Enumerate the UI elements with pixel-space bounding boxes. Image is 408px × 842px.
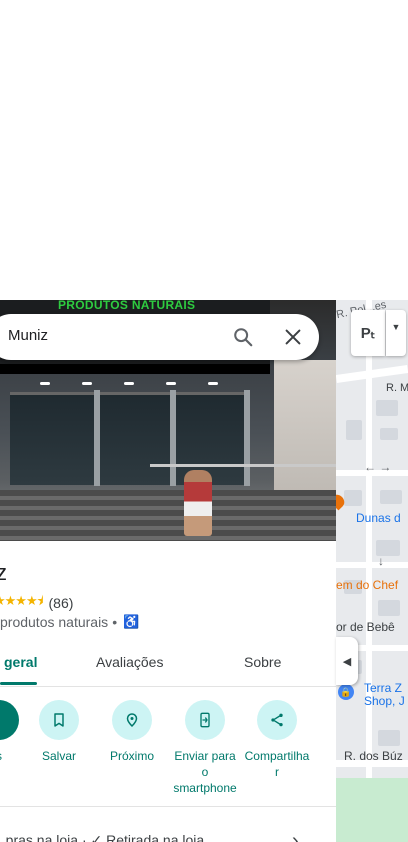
pillar (170, 390, 176, 486)
send-to-phone-icon (185, 700, 225, 740)
collapse-panel-button[interactable]: ◀ (336, 637, 358, 685)
map-label-r-m: R. M (386, 382, 408, 394)
layers-dropdown-button[interactable]: ▼ (386, 310, 406, 356)
services-row[interactable]: ...pras na loja · ✓ Retirada na loja (0, 832, 204, 842)
map-label-terra-1[interactable]: Terra Z (364, 681, 402, 695)
awning (0, 364, 270, 374)
map[interactable]: R. Pol...es R. M ← → Dunas d ↓ em do Che… (336, 300, 408, 842)
share-label: Compartilha r (242, 748, 312, 780)
send-label-line2: o (201, 765, 209, 779)
arrow-down-label: ↓ (378, 554, 384, 568)
nearby-icon (112, 700, 152, 740)
nearby-label: Próximo (109, 749, 154, 763)
active-tab-indicator (0, 682, 37, 685)
blank-header-area (0, 0, 408, 300)
send-to-phone-label: Enviar para o smartphone (170, 748, 240, 796)
place-title: z (0, 560, 7, 585)
tab-overview[interactable]: geral (4, 654, 37, 670)
place-panel: PRODUTOS NATURAIS Muniz z ★★★★⯨ (86) pro… (0, 300, 336, 842)
tab-reviews[interactable]: Avaliações (96, 654, 163, 670)
ceiling-light (166, 382, 176, 385)
search-input[interactable]: Muniz (8, 327, 48, 344)
search-bar[interactable]: Muniz (0, 314, 319, 360)
place-category[interactable]: produtos naturais (0, 614, 108, 630)
wheelchair-icon: ♿ (123, 614, 140, 629)
shopping-pin-icon[interactable]: 🔒 (338, 684, 354, 700)
pillar (244, 390, 250, 486)
store-sign-text: PRODUTOS NATURAIS (58, 300, 196, 312)
pillar (94, 390, 100, 486)
handrail (150, 464, 336, 467)
stairs (0, 490, 336, 541)
send-label-line3: smartphone (173, 781, 237, 795)
review-count: (86) (48, 595, 74, 611)
action-bar: s Salvar Próximo Enviar para o smartphon… (0, 700, 336, 810)
chevron-down-icon: ▼ (391, 322, 401, 332)
tab-about[interactable]: Sobre (244, 654, 281, 670)
ceiling-light (124, 382, 134, 385)
park-area (336, 778, 408, 842)
divider (0, 806, 336, 807)
tab-bar: geral Avaliações Sobre (0, 640, 336, 687)
map-label-bebe[interactable]: or de Bebê (336, 620, 395, 634)
map-label-chef[interactable]: em do Chef (336, 578, 398, 592)
map-label-buz: R. dos Búz (344, 749, 403, 763)
layers-label: Pₜ (360, 325, 376, 342)
rating-row[interactable]: ★★★★⯨ (86) (0, 593, 74, 612)
arrows-label: ← → (364, 460, 392, 474)
share-label-line1: Compartilha (244, 749, 310, 763)
layers-button[interactable]: Pₜ (351, 310, 385, 356)
share-label-line2: r (275, 765, 279, 779)
chevron-right-icon[interactable]: › (292, 830, 299, 842)
category-row: produtos naturais • ♿ (0, 614, 139, 630)
directions-icon (0, 700, 19, 740)
map-label-terra-2[interactable]: Shop, J (364, 694, 405, 708)
ceiling-light (40, 382, 50, 385)
chevron-left-icon: ◀ (342, 655, 352, 668)
send-label-line1: Enviar para (174, 749, 236, 763)
separator-dot: • (112, 614, 118, 630)
rating-stars: ★★★★⯨ (0, 593, 44, 608)
close-icon[interactable] (282, 326, 304, 348)
ceiling-light (82, 382, 92, 385)
share-icon (257, 700, 297, 740)
person (184, 470, 212, 536)
store-glass-front (10, 392, 250, 485)
save-label: Salvar (41, 749, 76, 763)
map-label-dunas[interactable]: Dunas d (356, 511, 401, 525)
ceiling-light (208, 382, 218, 385)
search-icon[interactable] (232, 326, 254, 348)
bookmark-icon (39, 700, 79, 740)
